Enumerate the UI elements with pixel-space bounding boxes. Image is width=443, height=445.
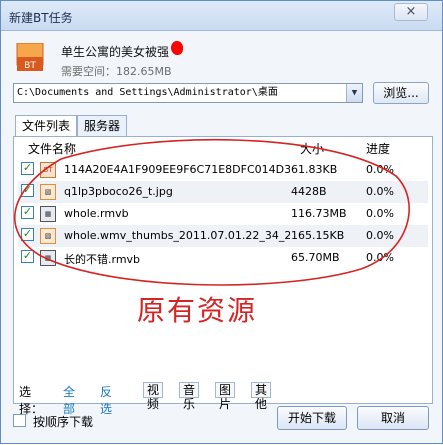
- video-file-icon: ▦: [40, 206, 56, 222]
- file-progress: 0.0%: [366, 251, 394, 264]
- task-name: 单生公寓的美女被强: [61, 45, 170, 59]
- select-all-link[interactable]: 全部: [63, 383, 75, 417]
- filter-label: 选择：: [19, 385, 44, 416]
- invert-selection-link[interactable]: 反选: [100, 383, 112, 417]
- new-bt-task-dialog: 新建BT任务 × BT 单生公寓的美女被强 需要空间：182.65MB C:\D…: [0, 0, 443, 444]
- table-row[interactable]: ✓ BT 114A20E4A1F909EE9F6C71E8DFC014D3C..…: [18, 159, 428, 181]
- file-size: 4428B: [291, 185, 327, 198]
- filter-music-button[interactable]: 音乐: [179, 382, 200, 411]
- close-icon: ×: [405, 4, 417, 19]
- bt-file-icon: BT: [16, 43, 44, 71]
- file-name: q1lp3pboco26_t.jpg: [64, 185, 173, 198]
- image-file-icon: ▧: [40, 228, 56, 244]
- bt-icon-label: BT: [24, 61, 36, 71]
- file-progress: 0.0%: [366, 229, 394, 242]
- save-path-combobox[interactable]: C:\Documents and Settings\Administrator\…: [13, 83, 363, 103]
- window-title: 新建BT任务: [9, 11, 73, 25]
- sequential-download-checkbox[interactable]: [13, 414, 26, 427]
- bt-file-icon: BT: [40, 162, 56, 178]
- file-progress: 0.0%: [366, 185, 394, 198]
- row-checkbox[interactable]: ✓: [21, 250, 34, 263]
- header-name[interactable]: 文件名称: [28, 140, 76, 157]
- table-row[interactable]: ✓ ▦ whole.rmvb 116.73MB 0.0%: [18, 203, 428, 225]
- row-checkbox[interactable]: ✓: [21, 184, 34, 197]
- sequential-download-label[interactable]: 按顺序下载: [33, 413, 93, 430]
- file-size: 165.15KB: [291, 229, 345, 242]
- table-row[interactable]: ✓ ▦ 长的不错.rmvb 65.70MB 0.0%: [18, 247, 428, 269]
- tab-file-list[interactable]: 文件列表: [15, 115, 78, 137]
- title-bar: 新建BT任务 ×: [1, 1, 442, 31]
- file-list-panel: 文件名称 大小 进度 ✓ BT 114A20E4A1F909EE9F6C71E8…: [13, 136, 433, 404]
- required-space: 需要空间：182.65MB: [61, 65, 172, 78]
- browse-button[interactable]: 浏览...: [373, 82, 429, 104]
- table-row[interactable]: ✓ ▧ whole.wmv_thumbs_2011.07.01.22_34_20…: [18, 225, 428, 247]
- file-name: whole.rmvb: [64, 207, 129, 220]
- start-download-button[interactable]: 开始下载: [277, 406, 347, 430]
- tab-servers[interactable]: 服务器: [77, 115, 128, 136]
- file-name: 114A20E4A1F909EE9F6C71E8DFC014D3C...: [64, 163, 290, 176]
- cancel-button[interactable]: 取消: [357, 406, 429, 430]
- table-row[interactable]: ✓ ▧ q1lp3pboco26_t.jpg 4428B 0.0%: [18, 181, 428, 203]
- file-size: 116.73MB: [291, 207, 347, 220]
- video-file-icon: ▦: [40, 250, 56, 266]
- file-size: 61.83KB: [291, 163, 338, 176]
- annotation-label: 原有资源: [137, 294, 258, 327]
- file-name: whole.wmv_thumbs_2011.07.01.22_34_20...: [64, 229, 290, 242]
- chevron-down-icon[interactable]: ▼: [346, 84, 362, 102]
- row-checkbox[interactable]: ✓: [21, 228, 34, 241]
- header-progress[interactable]: 进度: [366, 140, 390, 157]
- file-name: 长的不错.rmvb: [64, 253, 141, 266]
- save-path-value[interactable]: C:\Documents and Settings\Administrator\…: [17, 87, 278, 98]
- file-progress: 0.0%: [366, 207, 394, 220]
- filter-other-button[interactable]: 其他: [251, 382, 272, 411]
- filter-image-button[interactable]: 图片: [215, 382, 236, 411]
- red-redaction-mark: [171, 41, 183, 55]
- file-progress: 0.0%: [366, 163, 394, 176]
- row-checkbox[interactable]: ✓: [21, 162, 34, 175]
- header-size[interactable]: 大小: [300, 140, 324, 157]
- filter-video-button[interactable]: 视频: [143, 382, 164, 411]
- list-header: 文件名称 大小 进度: [18, 140, 428, 158]
- close-button[interactable]: ×: [394, 3, 428, 21]
- row-checkbox[interactable]: ✓: [21, 206, 34, 219]
- image-file-icon: ▧: [40, 184, 56, 200]
- file-size: 65.70MB: [291, 251, 340, 264]
